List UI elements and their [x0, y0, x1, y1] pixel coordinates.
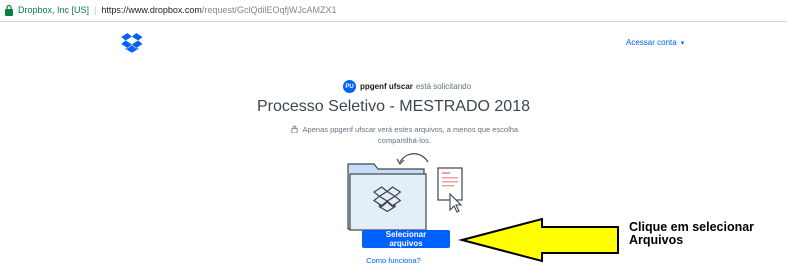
secure-label: Dropbox, Inc [US] [18, 5, 90, 15]
address-separator: | [94, 5, 97, 15]
annotation-line-2: Arquivos [629, 233, 684, 247]
notice-line-2: compartilhá-los. [378, 136, 431, 145]
url-host[interactable]: https://www.dropbox.com [101, 5, 202, 15]
chevron-down-icon: ▾ [680, 39, 685, 47]
annotation-text: Clique em selecionar Arquivos [629, 221, 754, 247]
requester-name: ppgenf ufscar [360, 82, 413, 91]
yellow-arrow-icon [458, 217, 619, 263]
privacy-notice: Apenas ppgenf ufscar verá estes arquivos… [262, 124, 547, 146]
account-label: Acessar conta [626, 38, 677, 47]
notice-lock-icon [291, 125, 303, 134]
lock-icon [5, 4, 13, 16]
dropbox-logo-icon[interactable] [121, 33, 143, 53]
page-title: Processo Seletivo - MESTRADO 2018 [257, 98, 530, 115]
file-request-illustration-icon [347, 153, 463, 231]
requester-suffix: está solicitando [415, 82, 472, 91]
avatar: PU [343, 80, 356, 93]
browser-address-bar[interactable]: Dropbox, Inc [US] | https://www.dropbox.… [0, 0, 787, 22]
requester-line: PU ppgenf ufscar está solicitando [343, 80, 471, 93]
account-menu[interactable]: Acessar conta ▾ [626, 38, 684, 47]
url-path[interactable]: /request/GclQdilEOqfjWJcAMZX1 [202, 5, 337, 15]
select-files-button[interactable]: Selecionar arquivos [362, 230, 450, 248]
notice-line-1: Apenas ppgenf ufscar verá estes arquivos… [302, 125, 519, 134]
